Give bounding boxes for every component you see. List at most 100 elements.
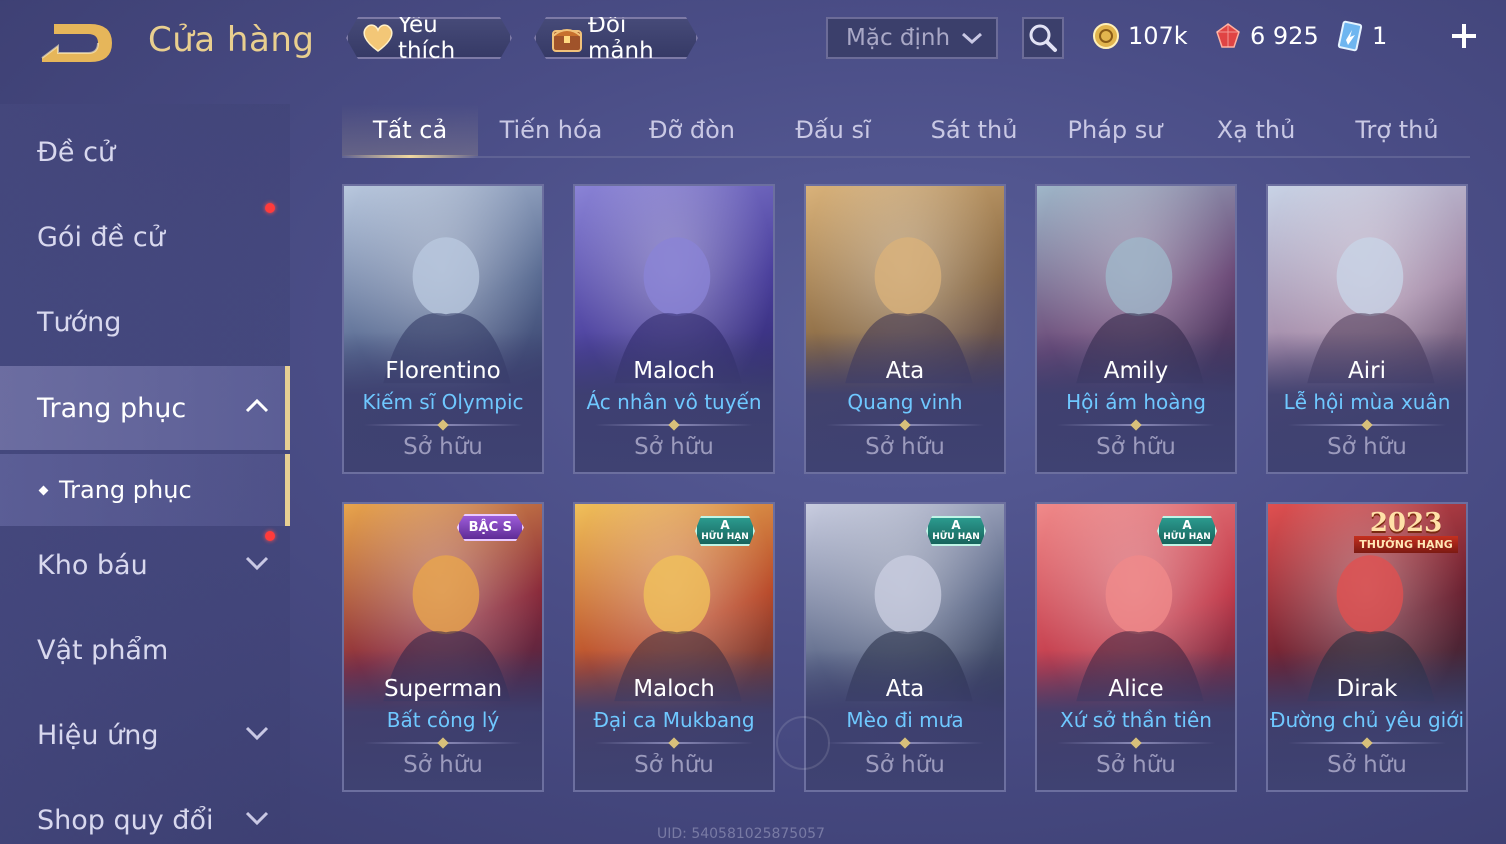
sidebar-item-label: Kho báu — [37, 549, 148, 581]
sidebar-item-heroes[interactable]: Tướng — [0, 280, 290, 364]
owned-status: Sở hữu — [1096, 434, 1176, 460]
treasure-chest-icon — [550, 21, 584, 55]
skin-card[interactable]: Maloch Ác nhân vô tuyến Sở hữu — [573, 184, 775, 474]
sidebar-item-featured[interactable]: Đề cử — [0, 110, 290, 194]
skin-name: Bất công lý — [386, 708, 500, 732]
card-divider — [364, 742, 522, 744]
sidebar-item-effects[interactable]: Hiệu ứng — [0, 693, 290, 777]
add-currency-button[interactable] — [1446, 18, 1482, 54]
sidebar-item-items[interactable]: Vật phẩm — [0, 608, 290, 692]
hero-name: Maloch — [633, 358, 715, 384]
skin-name: Kiếm sĩ Olympic — [362, 390, 524, 414]
hero-name: Ata — [885, 676, 925, 702]
sidebar-item-label: Gói đề cử — [37, 221, 165, 253]
owned-status: Sở hữu — [1327, 434, 1407, 460]
tab-mage[interactable]: Pháp sư — [1047, 104, 1183, 156]
tab-evolution[interactable]: Tiến hóa — [483, 104, 619, 156]
sidebar-subitem-skins[interactable]: Trang phục — [0, 454, 290, 526]
gold-amount: 107k — [1128, 22, 1188, 50]
notification-dot — [265, 203, 275, 213]
owned-status: Sở hữu — [1327, 752, 1407, 778]
skin-card[interactable]: Superman Bất công lý Sở hữu BẬC S — [342, 502, 544, 792]
tab-marksman[interactable]: Xạ thủ — [1188, 104, 1324, 156]
plus-icon — [1452, 24, 1476, 48]
back-button[interactable] — [36, 20, 116, 66]
sidebar-item-exchange-shop[interactable]: Shop quy đổi — [0, 778, 290, 844]
owned-status: Sở hữu — [403, 752, 483, 778]
skin-card[interactable]: Ata Quang vinh Sở hữu — [804, 184, 1006, 474]
limited-badge-tier: A — [720, 518, 730, 532]
exchange-fragments-button[interactable]: Đổi mảnh — [534, 17, 698, 59]
rank-badge: BẬC S — [457, 514, 524, 541]
ticket-currency: 1 — [1336, 18, 1387, 54]
sidebar-item-label: Trang phục — [37, 392, 187, 424]
skin-name: Ác nhân vô tuyến — [586, 390, 762, 414]
search-icon — [1029, 24, 1057, 52]
tab-support[interactable]: Trợ thủ — [1329, 104, 1465, 156]
hero-name: Alice — [1108, 676, 1164, 702]
tab-fighter[interactable]: Đấu sĩ — [765, 104, 901, 156]
owned-status: Sở hữu — [634, 434, 714, 460]
season-badge-year: 2023 — [1369, 508, 1443, 538]
owned-status: Sở hữu — [634, 752, 714, 778]
sort-dropdown[interactable]: Mặc định — [826, 17, 998, 59]
favorite-label: Yêu thích — [398, 12, 456, 64]
skin-name: Đường chủ yêu giới — [1269, 708, 1465, 732]
sidebar-item-bundles[interactable]: Gói đề cử — [0, 195, 290, 279]
top-bar: Cửa hàng Yêu thích Đổi mảnh Mặc định 107… — [0, 0, 1506, 80]
heart-icon — [362, 21, 394, 55]
card-divider — [1288, 742, 1446, 744]
chevron-down-icon — [962, 32, 982, 45]
card-divider — [595, 424, 753, 426]
tab-tank[interactable]: Đỡ đòn — [624, 104, 760, 156]
sidebar-item-treasure[interactable]: Kho báu — [0, 523, 290, 607]
search-button[interactable] — [1022, 17, 1064, 59]
card-divider — [1288, 424, 1446, 426]
sort-value: Mặc định — [846, 25, 951, 51]
owned-status: Sở hữu — [403, 434, 483, 460]
skin-card[interactable]: Florentino Kiếm sĩ Olympic Sở hữu — [342, 184, 544, 474]
limited-badge-text: HỮU HẠN — [932, 532, 980, 542]
tab-assassin[interactable]: Sát thủ — [906, 104, 1042, 156]
skin-card[interactable]: Airi Lễ hội mùa xuân Sở hữu — [1266, 184, 1468, 474]
hero-name: Superman — [383, 676, 503, 702]
skin-card[interactable]: Maloch Đại ca Mukbang Sở hữu A HỮU HẠN — [573, 502, 775, 792]
limited-badge-tier: A — [951, 518, 961, 532]
sidebar-item-label: Hiệu ứng — [37, 719, 159, 751]
ticket-amount: 1 — [1372, 22, 1388, 50]
card-divider — [595, 742, 753, 744]
limited-badge-text: HỮU HẠN — [1163, 532, 1211, 542]
skin-card[interactable]: Dirak Đường chủ yêu giới Sở hữu 2023 THƯỞ… — [1266, 502, 1468, 792]
hero-name: Dirak — [1336, 676, 1398, 702]
skin-card[interactable]: Alice Xứ sở thần tiên Sở hữu A HỮU HẠN — [1035, 502, 1237, 792]
season-badge: 2023 THƯỞNG HẠNG — [1354, 508, 1458, 553]
skin-card[interactable]: Amily Hội ám hoàng Sở hữu — [1035, 184, 1237, 474]
card-divider — [1057, 742, 1215, 744]
sidebar-item-label: Đề cử — [37, 136, 116, 168]
favorite-button[interactable]: Yêu thích — [346, 17, 512, 59]
notification-dot — [265, 531, 275, 541]
hero-name: Airi — [1348, 358, 1386, 384]
card-divider — [826, 424, 984, 426]
limited-badge: A HỮU HẠN — [1157, 516, 1217, 546]
skin-name: Xứ sở thần tiên — [1060, 708, 1212, 732]
bullet-diamond-icon — [38, 485, 49, 495]
hero-name: Ata — [885, 358, 925, 384]
sidebar-item-skins[interactable]: Trang phục — [0, 366, 290, 450]
limited-badge: A HỮU HẠN — [926, 516, 986, 546]
owned-status: Sở hữu — [865, 434, 945, 460]
limited-badge-text: HỮU HẠN — [701, 532, 749, 542]
sidebar-subitem-label: Trang phục — [59, 476, 192, 504]
red-gem-icon — [1216, 23, 1240, 48]
skin-card[interactable]: Ata Mèo đi mưa Sở hữu A HỮU HẠN — [804, 502, 1006, 792]
gold-currency: 107k — [1092, 18, 1188, 54]
category-tabs: Tất cả Tiến hóa Đỡ đòn Đấu sĩ Sát thủ Ph… — [342, 104, 1470, 158]
card-divider — [1057, 424, 1215, 426]
exchange-label: Đổi mảnh — [588, 12, 654, 64]
limited-badge: A HỮU HẠN — [695, 516, 755, 546]
hero-name: Amily — [1103, 358, 1169, 384]
owned-status: Sở hữu — [1096, 752, 1176, 778]
sidebar-item-label: Vật phẩm — [37, 634, 169, 666]
owned-status: Sở hữu — [865, 752, 945, 778]
tab-all[interactable]: Tất cả — [342, 104, 478, 158]
